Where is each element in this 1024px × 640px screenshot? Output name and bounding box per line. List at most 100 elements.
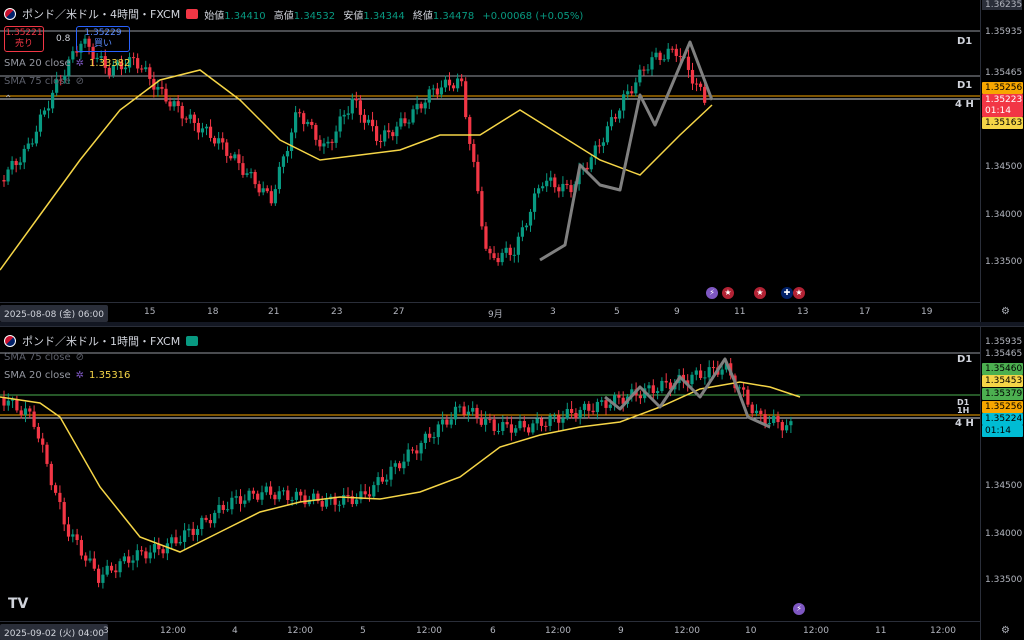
crosshair-time-label: 2025-08-08 (金) 06:00 xyxy=(0,305,108,322)
candle-body xyxy=(156,87,160,90)
candle-body xyxy=(670,48,674,50)
candle-chart-4h[interactable] xyxy=(0,0,980,302)
candle-body xyxy=(15,399,19,411)
candle-body xyxy=(273,494,277,500)
sma-tag: 1.35163 xyxy=(982,117,1023,129)
indicator-settings-icon[interactable]: ✲ xyxy=(76,58,84,69)
buy-button[interactable]: 1.35229 買い xyxy=(76,26,130,52)
price-label: 1.35935 xyxy=(985,27,1023,37)
candle-body xyxy=(432,437,436,439)
candle-body xyxy=(460,78,464,82)
candle-body xyxy=(398,463,402,469)
time-axis-1h[interactable]: 2025-09-02 (火) 04:00 3 12:00 4 12:00 5 1… xyxy=(0,621,980,640)
candle-body xyxy=(54,485,58,493)
tradingview-logo[interactable]: TV xyxy=(8,596,28,612)
event-lightning-icon[interactable]: ⚡ xyxy=(793,603,805,615)
indicator-sma20[interactable]: SMA 20 close ✲ 1.33382 xyxy=(4,58,130,69)
tf-label-d1: D1 xyxy=(957,80,973,91)
candle-body xyxy=(660,380,664,392)
candle-body xyxy=(419,442,423,454)
candle-body xyxy=(105,565,109,575)
candle-body xyxy=(545,180,549,187)
candle-body xyxy=(299,491,303,496)
price-axis-1h[interactable]: 1.35935 1.35465 1.34500 1.34000 1.33500 … xyxy=(980,327,1024,640)
chart-pane-4h[interactable]: ポンド／米ドル・4時間・FXCM 始値1.34410 高値1.34532 安値1… xyxy=(0,0,1024,322)
level-tag: 1.35256 xyxy=(982,401,1023,413)
candle-body xyxy=(618,110,622,119)
price-axis-4h[interactable]: 1.36235 1.35935 1.35465 1.34500 1.34000 … xyxy=(980,0,1024,322)
event-lightning-icon[interactable]: ⚡ xyxy=(706,287,718,299)
indicator-sma20[interactable]: SMA 20 close ✲ 1.35316 xyxy=(4,370,130,381)
candle-body xyxy=(26,143,30,149)
candle-body xyxy=(46,108,51,111)
candle-body xyxy=(180,105,184,119)
candle-body xyxy=(565,408,569,419)
candle-body xyxy=(569,185,573,193)
candle-body xyxy=(509,424,513,433)
candle-body xyxy=(277,491,281,500)
candle-body xyxy=(312,493,316,500)
candle-body xyxy=(468,117,472,144)
sell-button[interactable]: 1.35221 売り xyxy=(4,26,44,52)
candle-body xyxy=(261,188,265,193)
time-label: 12:00 xyxy=(545,626,571,636)
candle-body xyxy=(754,410,759,414)
uk-flag-event-icon[interactable]: ✚ xyxy=(781,287,793,299)
candle-body xyxy=(703,377,707,379)
price-label: 1.34500 xyxy=(985,162,1023,172)
candle-body xyxy=(406,449,410,462)
candle-body xyxy=(79,540,83,556)
indicator-sma75[interactable]: SMA 75 close ⊘ xyxy=(4,352,84,363)
candle-body xyxy=(403,118,407,124)
candle-body xyxy=(505,422,509,425)
visibility-hidden-icon[interactable]: ⊘ xyxy=(76,76,84,87)
candle-body xyxy=(561,183,565,192)
settings-icon[interactable]: ⚙ xyxy=(1001,306,1010,317)
candle-body xyxy=(71,534,75,537)
candle-body xyxy=(230,497,234,510)
candle-body xyxy=(251,490,255,494)
candle-body xyxy=(217,138,221,144)
price-label: 1.34500 xyxy=(985,481,1023,491)
candle-body xyxy=(114,570,118,573)
candle-body xyxy=(294,112,298,133)
price-label: 1.35935 xyxy=(985,337,1023,347)
candle-body xyxy=(415,103,419,110)
time-label: 9 xyxy=(618,626,624,636)
settings-icon[interactable]: ⚙ xyxy=(1001,625,1010,636)
candle-body xyxy=(281,156,286,167)
candle-body xyxy=(238,496,243,504)
indicator-settings-icon[interactable]: ✲ xyxy=(76,370,84,381)
time-axis-4h[interactable]: 2025-08-08 (金) 06:00 15 18 21 23 27 9月 3… xyxy=(0,302,980,322)
candle-body xyxy=(49,463,53,486)
time-label: 18 xyxy=(207,307,219,317)
us-flag-event-icon[interactable]: ★ xyxy=(793,287,805,299)
candle-chart-1h[interactable] xyxy=(0,327,980,621)
us-flag-event-icon[interactable]: ★ xyxy=(722,287,734,299)
candle-body xyxy=(399,118,403,127)
time-label: 9 xyxy=(674,307,680,317)
candle-body xyxy=(674,48,678,56)
candle-body xyxy=(32,411,36,427)
candle-body xyxy=(200,517,204,529)
symbol-title[interactable]: ポンド／米ドル・4時間・FXCM xyxy=(22,6,180,22)
candle-body xyxy=(362,114,367,123)
candle-body xyxy=(516,236,520,255)
time-label: 11 xyxy=(734,307,746,317)
candle-body xyxy=(472,143,476,162)
indicator-sma75[interactable]: SMA 75 close ⊘ xyxy=(4,76,84,87)
market-status-icon xyxy=(186,9,199,19)
visibility-hidden-icon[interactable]: ⊘ xyxy=(76,352,84,363)
collapse-legend-button[interactable]: ⌃ xyxy=(4,94,12,105)
candle-body xyxy=(174,537,178,544)
candle-body xyxy=(789,421,793,426)
candle-body xyxy=(630,91,634,94)
candle-body xyxy=(18,162,22,166)
chart-pane-1h[interactable]: ポンド／米ドル・1時間・FXCM SMA 75 close ⊘ SMA 20 c… xyxy=(0,326,1024,640)
candle-body xyxy=(462,406,466,415)
us-flag-event-icon[interactable]: ★ xyxy=(754,287,766,299)
candle-body xyxy=(662,59,666,61)
candle-body xyxy=(600,400,604,402)
price-label: 1.34000 xyxy=(985,529,1023,539)
symbol-title[interactable]: ポンド／米ドル・1時間・FXCM xyxy=(22,333,180,349)
